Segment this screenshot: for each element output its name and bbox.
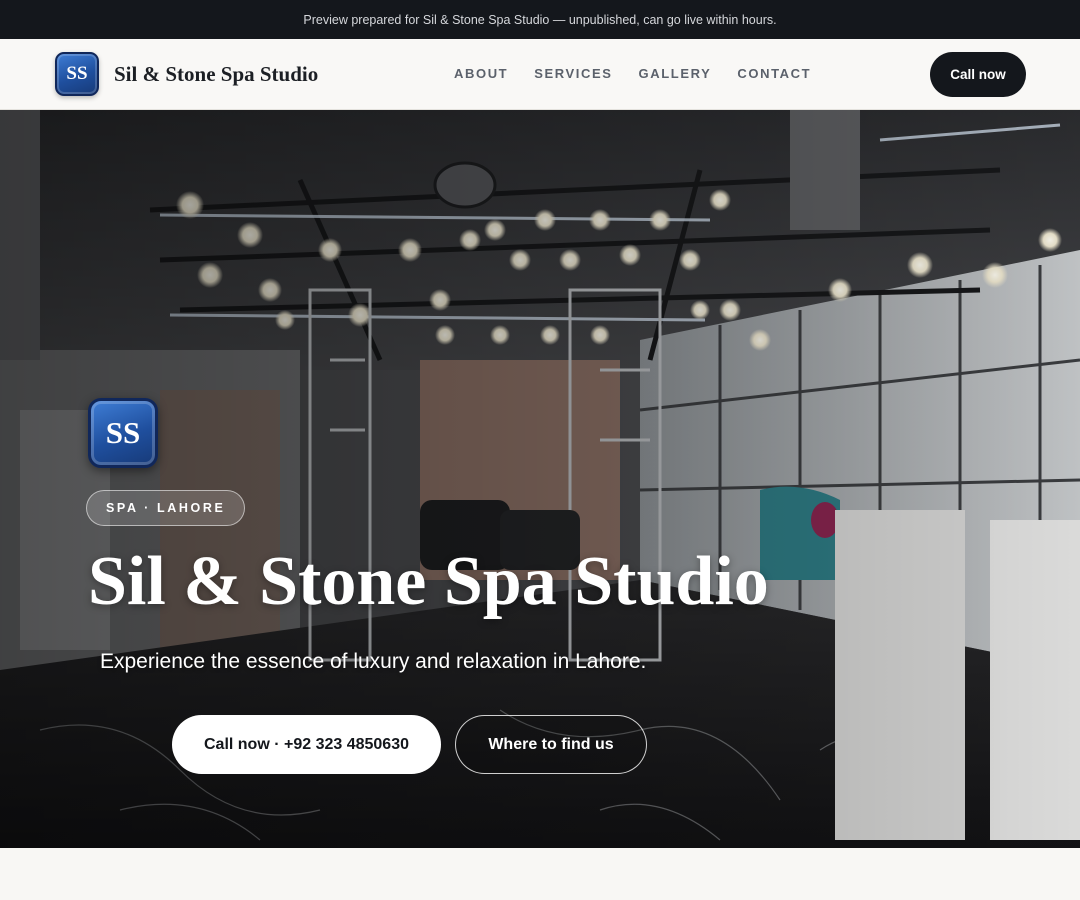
call-phone-button[interactable]: Call now · +92 323 4850630 <box>172 715 441 774</box>
nav-link-services[interactable]: SERVICES <box>534 66 612 81</box>
nav-link-contact[interactable]: CONTACT <box>737 66 811 81</box>
preview-banner-text: Preview prepared for Sil & Stone Spa Stu… <box>303 12 777 27</box>
hero-section: SS SPA · LAHORE Sil & Stone Spa Studio E… <box>0 110 1080 848</box>
hero-brand-logo: SS <box>88 398 158 468</box>
nav-link-gallery[interactable]: GALLERY <box>639 66 712 81</box>
hero-subtitle: Experience the essence of luxury and rel… <box>100 650 647 673</box>
location-badge: SPA · LAHORE <box>86 490 246 526</box>
find-us-button[interactable]: Where to find us <box>455 715 647 774</box>
next-section <box>0 848 1080 900</box>
site-header: SS Sil & Stone Spa Studio ABOUT SERVICES… <box>0 39 1080 110</box>
main-nav: ABOUT SERVICES GALLERY CONTACT <box>454 66 811 81</box>
brand-name[interactable]: Sil & Stone Spa Studio <box>114 62 318 87</box>
call-now-button[interactable]: Call now <box>930 52 1026 97</box>
brand-logo[interactable]: SS <box>55 52 99 96</box>
preview-banner: Preview prepared for Sil & Stone Spa Stu… <box>0 0 1080 39</box>
nav-link-about[interactable]: ABOUT <box>454 66 508 81</box>
hero-title: Sil & Stone Spa Studio <box>88 543 769 620</box>
